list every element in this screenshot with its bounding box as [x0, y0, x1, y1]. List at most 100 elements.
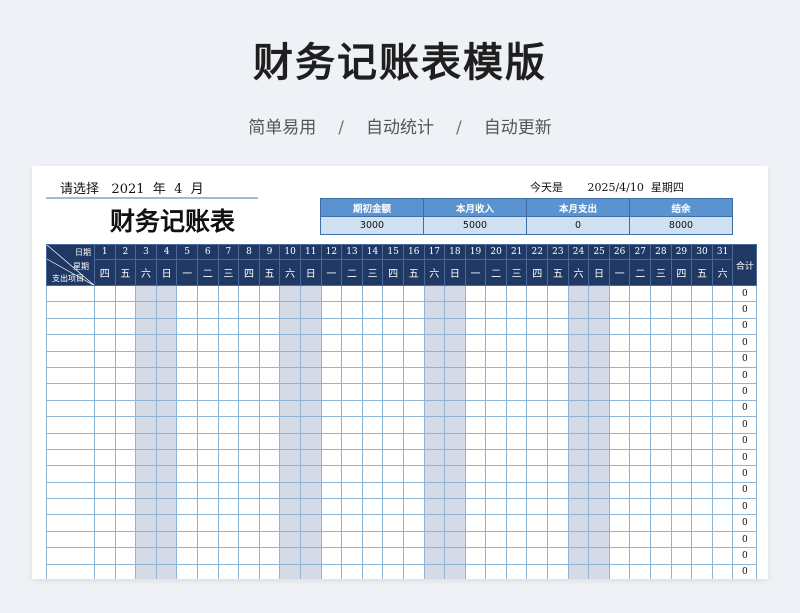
- amount-cell[interactable]: [629, 350, 652, 368]
- amount-cell[interactable]: [176, 514, 198, 532]
- amount-cell[interactable]: [670, 563, 693, 579]
- amount-cell[interactable]: [691, 383, 713, 401]
- amount-cell[interactable]: [423, 416, 446, 434]
- amount-cell[interactable]: [114, 317, 137, 336]
- amount-cell[interactable]: [94, 366, 116, 385]
- amount-cell[interactable]: [320, 399, 343, 418]
- expense-item-cell[interactable]: [46, 284, 95, 303]
- amount-cell[interactable]: [114, 530, 137, 549]
- amount-cell[interactable]: [320, 448, 343, 467]
- amount-cell[interactable]: [299, 448, 322, 467]
- amount-cell[interactable]: [361, 547, 384, 565]
- amount-cell[interactable]: [547, 448, 569, 467]
- amount-cell[interactable]: [238, 563, 260, 579]
- amount-cell[interactable]: [279, 498, 301, 516]
- amount-cell[interactable]: [238, 498, 260, 516]
- amount-cell[interactable]: [547, 432, 569, 450]
- amount-cell[interactable]: [650, 350, 672, 368]
- amount-cell[interactable]: [547, 481, 569, 500]
- amount-cell[interactable]: [423, 530, 446, 549]
- amount-cell[interactable]: [279, 563, 301, 579]
- amount-cell[interactable]: [402, 530, 425, 549]
- amount-cell[interactable]: [238, 416, 260, 434]
- amount-cell[interactable]: [114, 481, 137, 500]
- amount-cell[interactable]: [258, 301, 281, 319]
- amount-cell[interactable]: [650, 530, 672, 549]
- amount-cell[interactable]: [588, 481, 610, 500]
- amount-cell[interactable]: [238, 481, 260, 500]
- amount-cell[interactable]: [402, 366, 425, 385]
- amount-cell[interactable]: [629, 448, 652, 467]
- amount-cell[interactable]: [299, 563, 322, 579]
- amount-cell[interactable]: [464, 366, 487, 385]
- amount-cell[interactable]: [670, 399, 693, 418]
- amount-cell[interactable]: [567, 284, 590, 303]
- amount-cell[interactable]: [691, 416, 713, 434]
- amount-cell[interactable]: [650, 399, 672, 418]
- amount-cell[interactable]: [629, 284, 652, 303]
- amount-cell[interactable]: [567, 399, 590, 418]
- amount-cell[interactable]: [567, 563, 590, 579]
- amount-cell[interactable]: [691, 366, 713, 385]
- amount-cell[interactable]: [382, 514, 404, 532]
- amount-cell[interactable]: [258, 383, 281, 401]
- amount-cell[interactable]: [505, 563, 528, 579]
- amount-cell[interactable]: [320, 366, 343, 385]
- amount-cell[interactable]: [485, 481, 507, 500]
- amount-cell[interactable]: [196, 530, 219, 549]
- amount-cell[interactable]: [155, 448, 178, 467]
- amount-cell[interactable]: [526, 284, 549, 303]
- amount-cell[interactable]: [320, 432, 343, 450]
- amount-cell[interactable]: [361, 383, 384, 401]
- amount-cell[interactable]: [670, 366, 693, 385]
- amount-cell[interactable]: [608, 317, 631, 336]
- amount-cell[interactable]: [361, 530, 384, 549]
- amount-cell[interactable]: [505, 301, 528, 319]
- amount-cell[interactable]: [238, 465, 260, 483]
- amount-cell[interactable]: [691, 481, 713, 500]
- amount-cell[interactable]: [217, 514, 240, 532]
- amount-cell[interactable]: [382, 350, 404, 368]
- amount-cell[interactable]: [670, 284, 693, 303]
- amount-cell[interactable]: [485, 465, 507, 483]
- amount-cell[interactable]: [629, 383, 652, 401]
- amount-cell[interactable]: [176, 530, 198, 549]
- amount-cell[interactable]: [464, 284, 487, 303]
- amount-cell[interactable]: [94, 350, 116, 368]
- amount-cell[interactable]: [299, 547, 322, 565]
- amount-cell[interactable]: [258, 366, 281, 385]
- amount-cell[interactable]: [691, 350, 713, 368]
- amount-cell[interactable]: [258, 334, 281, 352]
- amount-cell[interactable]: [155, 563, 178, 579]
- amount-cell[interactable]: [547, 399, 569, 418]
- amount-cell[interactable]: [526, 334, 549, 352]
- amount-cell[interactable]: [526, 317, 549, 336]
- expense-item-cell[interactable]: [46, 416, 95, 434]
- amount-cell[interactable]: [258, 514, 281, 532]
- amount-cell[interactable]: [361, 284, 384, 303]
- amount-cell[interactable]: [217, 498, 240, 516]
- amount-cell[interactable]: [526, 432, 549, 450]
- amount-cell[interactable]: [402, 383, 425, 401]
- amount-cell[interactable]: [341, 301, 363, 319]
- amount-cell[interactable]: [176, 366, 198, 385]
- amount-cell[interactable]: [299, 498, 322, 516]
- amount-cell[interactable]: [299, 514, 322, 532]
- amount-cell[interactable]: [423, 284, 446, 303]
- summary-value-income[interactable]: 5000: [423, 216, 527, 235]
- amount-cell[interactable]: [382, 465, 404, 483]
- amount-cell[interactable]: [196, 448, 219, 467]
- amount-cell[interactable]: [691, 514, 713, 532]
- amount-cell[interactable]: [114, 301, 137, 319]
- amount-cell[interactable]: [650, 563, 672, 579]
- amount-cell[interactable]: [217, 465, 240, 483]
- amount-cell[interactable]: [711, 334, 734, 352]
- amount-cell[interactable]: [670, 334, 693, 352]
- expense-item-cell[interactable]: [46, 481, 95, 500]
- amount-cell[interactable]: [176, 547, 198, 565]
- amount-cell[interactable]: [567, 383, 590, 401]
- amount-cell[interactable]: [464, 399, 487, 418]
- amount-cell[interactable]: [711, 317, 734, 336]
- amount-cell[interactable]: [711, 563, 734, 579]
- expense-item-cell[interactable]: [46, 563, 95, 579]
